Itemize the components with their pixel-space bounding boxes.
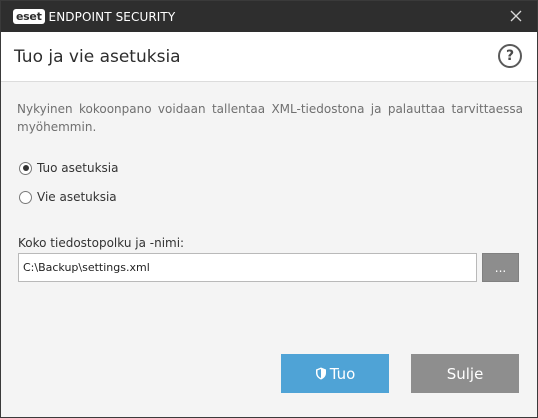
dialog-window: eset ENDPOINT SECURITY Tuo ja vie asetuk… — [0, 0, 538, 418]
import-option[interactable]: Tuo asetuksia — [19, 161, 118, 175]
description-text: Nykyinen kokoonpano voidaan tallentaa XM… — [17, 102, 523, 134]
path-label: Koko tiedostopolku ja -nimi: — [18, 236, 185, 250]
page-title: Tuo ja vie asetuksia — [14, 46, 181, 67]
close-button[interactable] — [508, 8, 524, 24]
import-radio[interactable] — [19, 161, 32, 175]
page-header: Tuo ja vie asetuksia ? — [1, 32, 537, 82]
title-bar: eset ENDPOINT SECURITY — [1, 1, 537, 32]
close-dialog-button[interactable]: Sulje — [411, 354, 519, 393]
eset-logo: eset — [13, 9, 45, 24]
import-button-label: Tuo — [329, 364, 356, 383]
import-label: Tuo asetuksia — [37, 161, 119, 175]
export-radio[interactable] — [19, 190, 32, 204]
browse-button[interactable]: ... — [482, 253, 519, 282]
export-option[interactable]: Vie asetuksia — [19, 190, 117, 204]
close-button-label: Sulje — [446, 364, 484, 383]
shield-icon — [315, 367, 326, 380]
path-input[interactable] — [18, 253, 477, 282]
export-label: Vie asetuksia — [37, 190, 117, 204]
product-name: ENDPOINT SECURITY — [48, 9, 176, 24]
close-icon — [510, 10, 522, 22]
import-button[interactable]: Tuo — [281, 354, 389, 393]
logo-text: eset — [16, 10, 42, 23]
dialog-content: Nykyinen kokoonpano voidaan tallentaa XM… — [1, 100, 537, 136]
help-button[interactable]: ? — [498, 44, 522, 68]
help-icon: ? — [505, 48, 515, 64]
